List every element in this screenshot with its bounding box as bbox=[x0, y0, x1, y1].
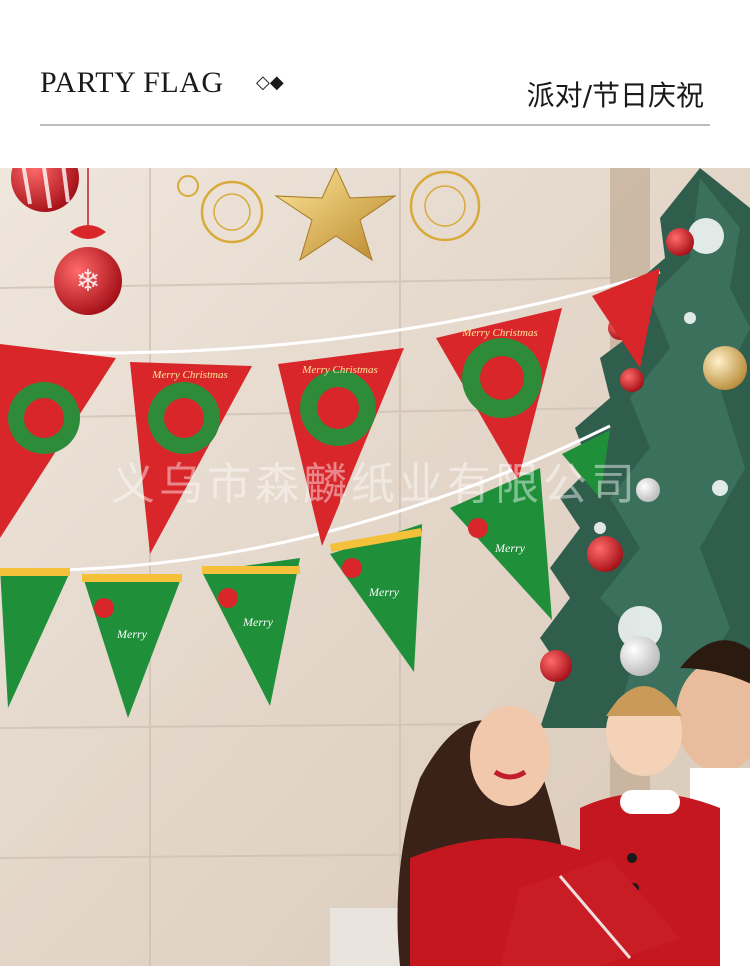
title-english: PARTY FLAG bbox=[40, 66, 224, 99]
flag-greeting: Merry bbox=[494, 541, 526, 555]
flag-greeting: Merry Christmas bbox=[461, 327, 537, 339]
title-chinese: 派对/节日庆祝 bbox=[526, 79, 704, 112]
flag-greeting: Merry Christmas bbox=[151, 369, 227, 381]
tree-ball-white bbox=[688, 218, 724, 254]
header-divider bbox=[40, 124, 710, 126]
tree-ball-gold bbox=[703, 346, 747, 390]
diamond-ornaments: ◇◆ bbox=[256, 72, 284, 93]
christmas-scene: ❄ Merry Christmas Merry Christmas Merry … bbox=[0, 168, 750, 966]
flag-greeting: Merry bbox=[116, 627, 148, 641]
flag-greeting: Merry Christmas bbox=[301, 364, 377, 376]
flag-greeting: Merry bbox=[242, 615, 274, 629]
woman-face bbox=[470, 706, 550, 806]
header: PARTY FLAG ◇◆ 派对/节日庆祝 bbox=[0, 0, 750, 168]
flag-greeting: Merry bbox=[368, 585, 400, 599]
product-photo: ❄ Merry Christmas Merry Christmas Merry … bbox=[0, 168, 750, 966]
svg-text:❄: ❄ bbox=[75, 264, 100, 299]
